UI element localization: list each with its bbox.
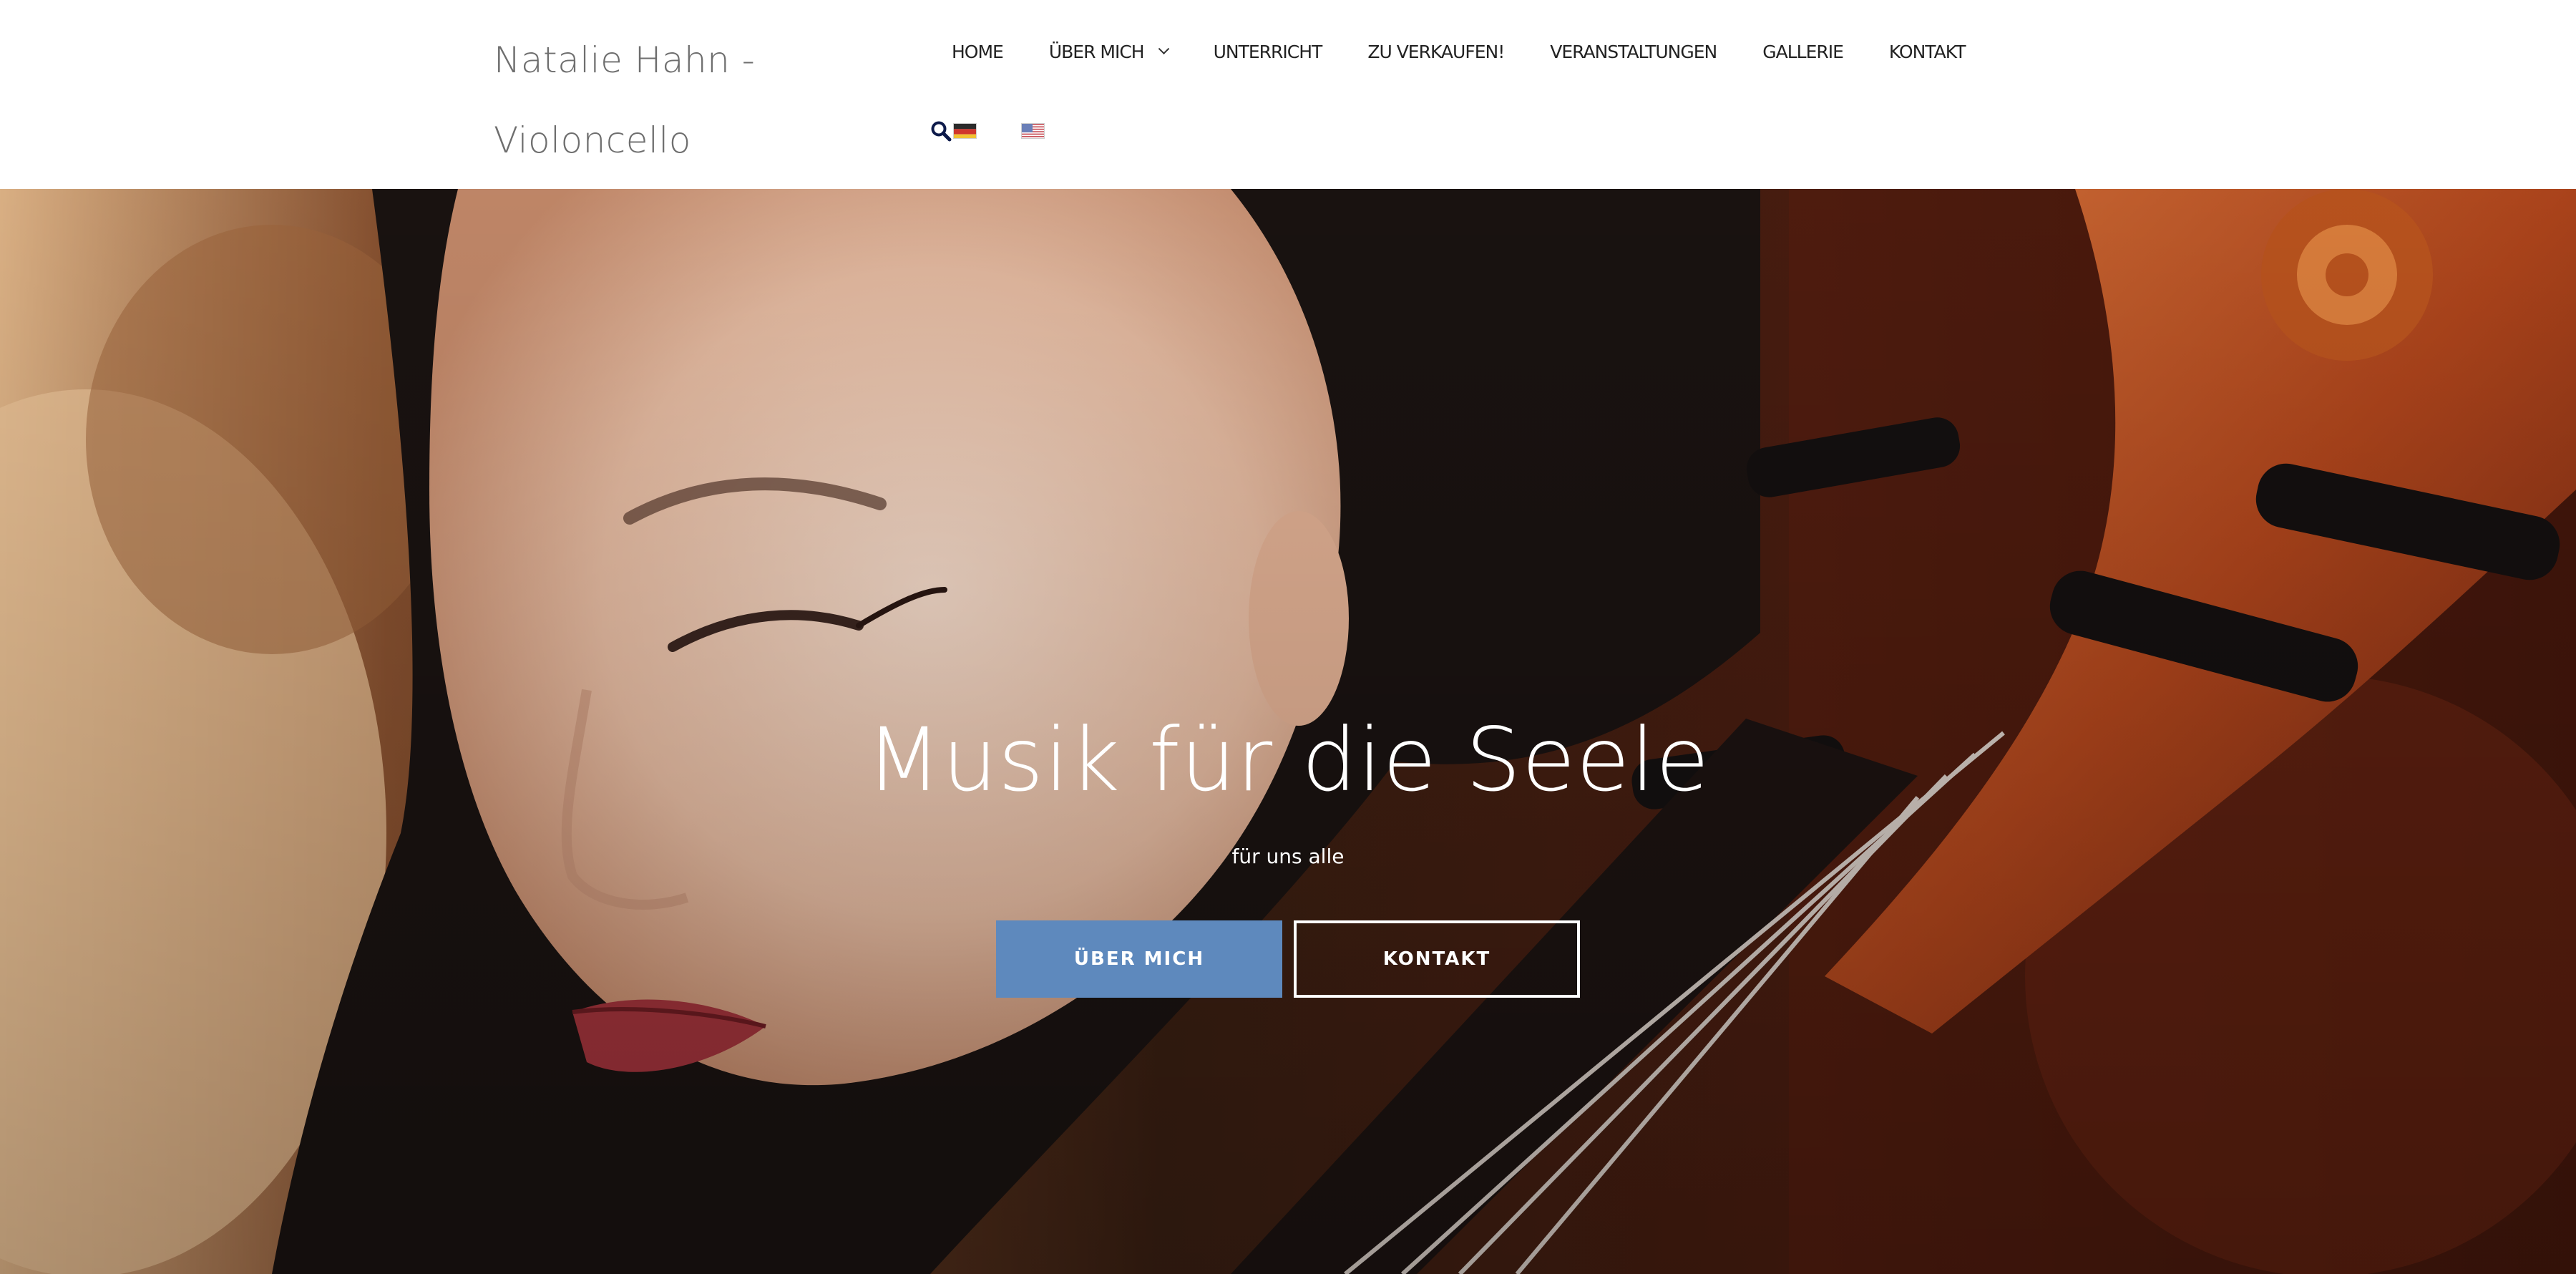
- nav-item-zu-verkaufen[interactable]: ZU VERKAUFEN!: [1367, 41, 1505, 62]
- nav-item-home[interactable]: HOME: [952, 41, 1004, 62]
- hero-section: Musik für die Seele für uns alle ÜBER MI…: [0, 189, 2576, 1274]
- us-flag-icon[interactable]: [1021, 123, 1045, 139]
- brand-tagline[interactable]: Violoncello: [494, 100, 894, 180]
- nav-item-label: KONTAKT: [1888, 41, 1966, 62]
- nav-item-gallerie[interactable]: GALLERIE: [1762, 41, 1844, 62]
- main-navigation: HOME ÜBER MICH UNTERRICHT ZU VERKAUFEN! …: [952, 34, 1966, 69]
- nav-item-label: ÜBER MICH: [1048, 41, 1145, 62]
- site-brand[interactable]: Natalie Hahn - Violoncello: [494, 20, 894, 180]
- nav-item-unterricht[interactable]: UNTERRICHT: [1213, 41, 1323, 62]
- nav-item-veranstaltungen[interactable]: VERANSTALTUNGEN: [1550, 42, 1717, 62]
- button-label: ÜBER MICH: [1073, 948, 1205, 970]
- nav-item-label: HOME: [952, 41, 1004, 62]
- ueber-mich-button[interactable]: ÜBER MICH: [996, 920, 1282, 998]
- nav-item-ueber-mich[interactable]: ÜBER MICH: [1048, 41, 1169, 62]
- german-flag-icon[interactable]: [953, 123, 977, 139]
- button-label: KONTAKT: [1382, 948, 1491, 970]
- search-icon[interactable]: [930, 120, 952, 142]
- nav-item-label: VERANSTALTUNGEN: [1550, 41, 1717, 62]
- hero-title: Musik für die Seele: [866, 709, 1710, 811]
- nav-item-label: GALLERIE: [1762, 41, 1844, 62]
- nav-item-label: UNTERRICHT: [1213, 41, 1323, 62]
- hero-subtitle: für uns alle: [1231, 845, 1345, 868]
- nav-item-label: ZU VERKAUFEN!: [1367, 41, 1505, 62]
- chevron-down-icon[interactable]: [1158, 42, 1169, 54]
- nav-item-kontakt[interactable]: KONTAKT: [1889, 42, 1966, 62]
- site-header: Natalie Hahn - Violoncello HOME ÜBER MIC…: [0, 0, 2576, 189]
- utility-row: [930, 119, 1089, 143]
- brand-name[interactable]: Natalie Hahn -: [494, 20, 894, 100]
- kontakt-button[interactable]: KONTAKT: [1294, 920, 1580, 998]
